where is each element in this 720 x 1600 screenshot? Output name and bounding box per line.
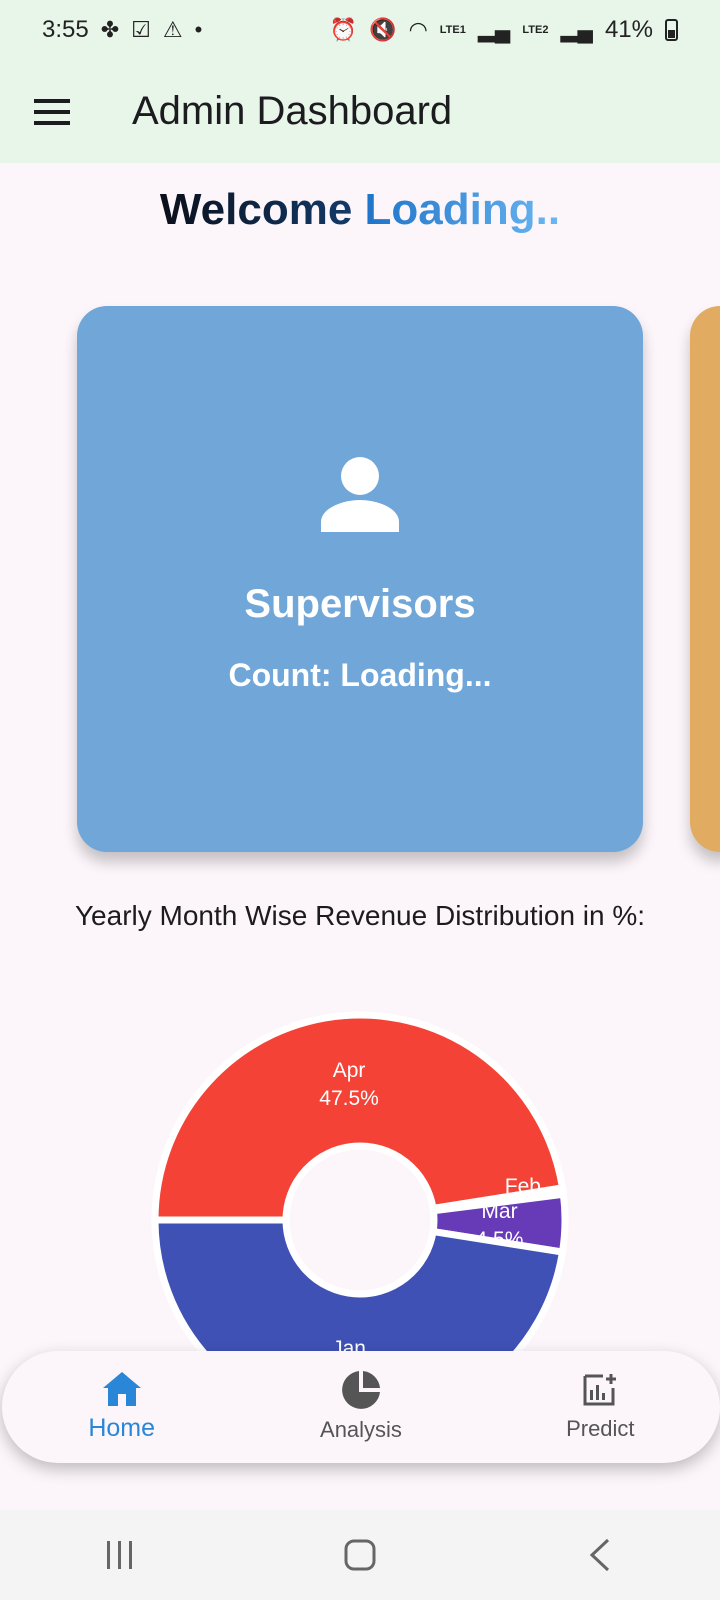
supervisors-card[interactable]: Supervisors Count: Loading... bbox=[77, 306, 643, 852]
lte1-label: LTE1 bbox=[439, 23, 466, 36]
welcome-name: Loading.. bbox=[364, 185, 561, 234]
app-bar: Admin Dashboard bbox=[0, 60, 720, 163]
nav-label: Predict bbox=[566, 1416, 635, 1441]
recent-apps-icon bbox=[107, 1541, 132, 1569]
alarm-icon: ⏰ bbox=[329, 17, 358, 42]
home-icon bbox=[102, 1371, 141, 1406]
lte2-label: LTE2 bbox=[522, 23, 549, 36]
pie-slice-apr bbox=[151, 1011, 567, 1224]
card-title: Supervisors bbox=[244, 582, 476, 626]
battery-percent: 41% bbox=[604, 16, 653, 43]
nav-analysis[interactable]: Analysis bbox=[281, 1371, 441, 1443]
card-count: Count: Loading... bbox=[228, 657, 492, 693]
nav-predict[interactable]: Predict bbox=[520, 1372, 680, 1442]
bottom-navigation: Home Analysis Predict bbox=[2, 1351, 720, 1463]
status-left: 3:55 ✤ ☑ ⚠ • bbox=[42, 16, 202, 44]
home-button[interactable] bbox=[320, 1525, 400, 1585]
mute-icon: 🔇 bbox=[369, 17, 397, 42]
nav-label: Analysis bbox=[320, 1417, 402, 1442]
pie-label-category: Mar bbox=[481, 1200, 517, 1223]
battery-icon bbox=[665, 19, 678, 41]
wifi-icon: ◠ bbox=[408, 17, 428, 42]
system-navigation-bar bbox=[0, 1510, 720, 1600]
status-right: ⏰ 🔇 ◠ LTE1 ▂▄ LTE2 ▂▄ 41% bbox=[330, 16, 678, 44]
chart-title: Yearly Month Wise Revenue Distribution i… bbox=[74, 900, 646, 931]
revenue-pie-chart: Apr47.5%Feb0.5%Mar4.5%Jan47.5% bbox=[0, 980, 720, 1360]
nav-home[interactable]: Home bbox=[42, 1371, 202, 1443]
next-card[interactable] bbox=[690, 306, 720, 852]
hamburger-menu-icon bbox=[34, 98, 70, 125]
recent-apps-button[interactable] bbox=[80, 1525, 160, 1585]
app-title: Admin Dashboard bbox=[132, 89, 453, 133]
fan-icon: ✤ bbox=[100, 17, 120, 42]
home-square-icon bbox=[344, 1539, 376, 1571]
pie-label-value: 47.5% bbox=[319, 1087, 379, 1110]
signal-icon: ▂▄ bbox=[560, 17, 593, 42]
welcome-word: Welcome bbox=[159, 185, 353, 234]
person-icon bbox=[321, 457, 399, 532]
pie-chart-icon bbox=[342, 1371, 380, 1409]
back-chevron-icon bbox=[589, 1538, 610, 1572]
status-time: 3:55 bbox=[42, 16, 89, 43]
checkbox-icon: ☑ bbox=[131, 17, 151, 42]
menu-button[interactable] bbox=[26, 86, 78, 138]
back-button[interactable] bbox=[560, 1525, 640, 1585]
pie-label-category: Apr bbox=[333, 1059, 366, 1082]
predict-icon bbox=[583, 1374, 617, 1406]
nav-label: Home bbox=[88, 1413, 155, 1442]
welcome-heading: Welcome Loading.. bbox=[0, 185, 720, 235]
pie-svg: Apr47.5%Feb0.5%Mar4.5%Jan47.5% bbox=[151, 1011, 569, 1360]
signal-icon: ▂▄ bbox=[477, 17, 511, 42]
status-bar: 3:55 ✤ ☑ ⚠ • ⏰ 🔇 ◠ LTE1 ▂▄ LTE2 ▂▄ 41% bbox=[0, 0, 720, 60]
dot-icon: • bbox=[194, 17, 203, 42]
warning-icon: ⚠ bbox=[162, 17, 183, 42]
